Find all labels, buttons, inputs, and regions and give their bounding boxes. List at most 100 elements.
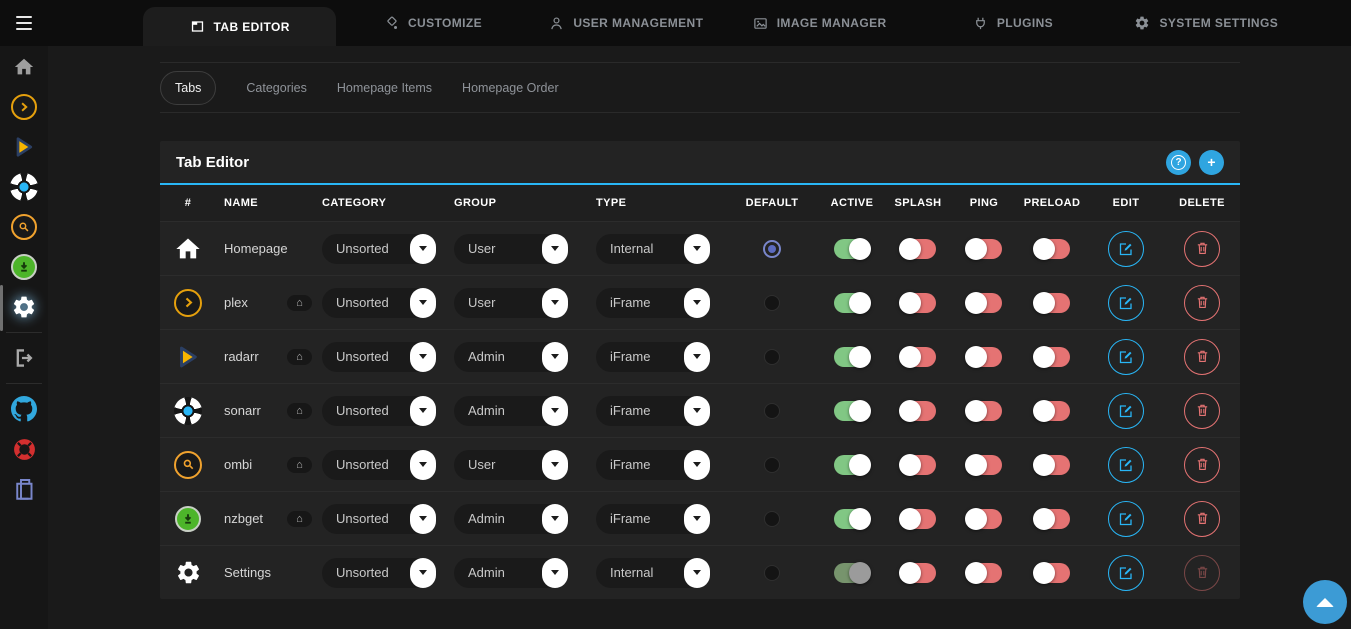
preload-toggle[interactable]	[1034, 347, 1070, 367]
type-select[interactable]: Internal	[596, 558, 710, 588]
default-radio[interactable]	[764, 349, 780, 365]
sidebar-item-radarr[interactable]	[0, 127, 48, 167]
paint-icon	[384, 16, 399, 31]
tab-plugins[interactable]: PLUGINS	[916, 0, 1109, 46]
active-toggle[interactable]	[834, 239, 870, 259]
type-select[interactable]: Internal	[596, 234, 710, 264]
category-select[interactable]: Unsorted	[322, 288, 436, 318]
tab-tab-editor[interactable]: TAB EDITOR	[143, 7, 336, 46]
splash-toggle[interactable]	[900, 509, 936, 529]
type-select[interactable]: iFrame	[596, 396, 710, 426]
sonarr-icon	[174, 397, 202, 425]
active-toggle[interactable]	[834, 509, 870, 529]
preload-toggle[interactable]	[1034, 293, 1070, 313]
type-select[interactable]: iFrame	[596, 504, 710, 534]
ping-toggle[interactable]	[966, 509, 1002, 529]
sidebar-item-github[interactable]	[0, 389, 48, 429]
sidebar-item-sonarr[interactable]	[0, 167, 48, 207]
sidebar-item-ombi[interactable]	[0, 207, 48, 247]
type-select[interactable]: iFrame	[596, 450, 710, 480]
help-button[interactable]: ?	[1166, 150, 1191, 175]
tab-system-settings[interactable]: SYSTEM SETTINGS	[1110, 0, 1303, 46]
splash-toggle[interactable]	[900, 239, 936, 259]
edit-button[interactable]	[1108, 501, 1144, 537]
splash-toggle[interactable]	[900, 401, 936, 421]
default-radio[interactable]	[764, 457, 780, 473]
preload-toggle[interactable]	[1034, 563, 1070, 583]
preload-toggle[interactable]	[1034, 455, 1070, 475]
group-select[interactable]: Admin	[454, 342, 568, 372]
ping-toggle[interactable]	[966, 401, 1002, 421]
ping-toggle[interactable]	[966, 563, 1002, 583]
edit-button[interactable]	[1108, 393, 1144, 429]
category-select[interactable]: Unsorted	[322, 504, 436, 534]
edit-button[interactable]	[1108, 285, 1144, 321]
tab-customize[interactable]: CUSTOMIZE	[336, 0, 529, 46]
splash-toggle[interactable]	[900, 293, 936, 313]
hamburger-menu-icon[interactable]	[0, 0, 48, 46]
sidebar-item-docs[interactable]	[0, 469, 48, 509]
preload-toggle[interactable]	[1034, 239, 1070, 259]
active-toggle[interactable]	[834, 293, 870, 313]
category-select[interactable]: Unsorted	[322, 558, 436, 588]
chevron-down-icon	[410, 450, 436, 480]
nav-tab-label: SYSTEM SETTINGS	[1159, 16, 1278, 30]
splash-toggle[interactable]	[900, 347, 936, 367]
category-select[interactable]: Unsorted	[322, 450, 436, 480]
subtab-tabs[interactable]: Tabs	[160, 71, 216, 105]
type-select[interactable]: iFrame	[596, 342, 710, 372]
category-select[interactable]: Unsorted	[322, 396, 436, 426]
chevron-down-icon	[410, 342, 436, 372]
edit-button[interactable]	[1108, 447, 1144, 483]
default-radio[interactable]	[764, 403, 780, 419]
sidebar-scrollbar[interactable]	[0, 285, 3, 331]
ping-toggle[interactable]	[966, 455, 1002, 475]
delete-button[interactable]	[1184, 501, 1220, 537]
category-select[interactable]: Unsorted	[322, 342, 436, 372]
group-select[interactable]: Admin	[454, 558, 568, 588]
group-select[interactable]: User	[454, 450, 568, 480]
group-select[interactable]: User	[454, 288, 568, 318]
splash-toggle[interactable]	[900, 563, 936, 583]
sidebar-item-logout[interactable]	[0, 338, 48, 378]
ping-toggle[interactable]	[966, 239, 1002, 259]
sidebar-item-home[interactable]	[0, 47, 48, 87]
active-toggle[interactable]	[834, 401, 870, 421]
ping-toggle[interactable]	[966, 347, 1002, 367]
default-radio[interactable]	[763, 240, 781, 258]
edit-button[interactable]	[1108, 231, 1144, 267]
sidebar-item-plex[interactable]	[0, 87, 48, 127]
subtab-homepage-items[interactable]: Homepage Items	[337, 81, 432, 95]
active-toggle[interactable]	[834, 455, 870, 475]
group-select[interactable]: User	[454, 234, 568, 264]
sidebar-item-settings[interactable]	[0, 287, 48, 327]
scroll-to-top-button[interactable]	[1303, 580, 1347, 624]
splash-toggle[interactable]	[900, 455, 936, 475]
default-radio[interactable]	[764, 295, 780, 311]
delete-button[interactable]	[1184, 285, 1220, 321]
sidebar-item-nzbget[interactable]	[0, 247, 48, 287]
tab-image-manager[interactable]: IMAGE MANAGER	[723, 0, 916, 46]
sidebar-item-support[interactable]	[0, 429, 48, 469]
tab-user-management[interactable]: USER MANAGEMENT	[530, 0, 723, 46]
group-select[interactable]: Admin	[454, 396, 568, 426]
delete-button[interactable]	[1184, 339, 1220, 375]
category-select[interactable]: Unsorted	[322, 234, 436, 264]
preload-toggle[interactable]	[1034, 401, 1070, 421]
delete-button[interactable]	[1184, 231, 1220, 267]
edit-button[interactable]	[1108, 339, 1144, 375]
active-toggle[interactable]	[834, 347, 870, 367]
delete-button[interactable]	[1184, 447, 1220, 483]
group-select[interactable]: Admin	[454, 504, 568, 534]
default-radio[interactable]	[764, 511, 780, 527]
subtab-homepage-order[interactable]: Homepage Order	[462, 81, 559, 95]
add-tab-button[interactable]: +	[1199, 150, 1224, 175]
delete-button[interactable]	[1184, 393, 1220, 429]
edit-button[interactable]	[1108, 555, 1144, 591]
ping-toggle[interactable]	[966, 293, 1002, 313]
default-radio[interactable]	[764, 565, 780, 581]
subtab-categories[interactable]: Categories	[246, 81, 306, 95]
type-select[interactable]: iFrame	[596, 288, 710, 318]
preload-toggle[interactable]	[1034, 509, 1070, 529]
homepage-badge-icon: ⌂	[287, 457, 312, 473]
